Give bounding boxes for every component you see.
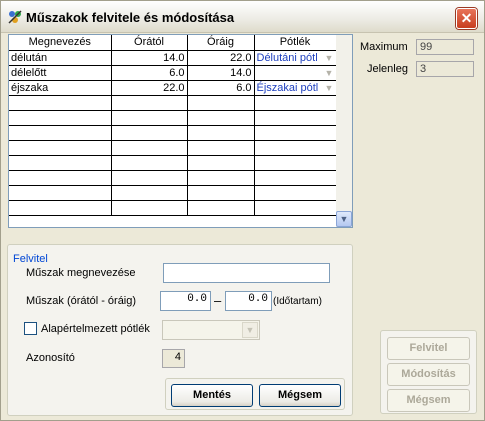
header-row: Megnevezés Órától Óráig Pótlék — [9, 35, 337, 51]
close-icon: ✕ — [460, 10, 473, 26]
cell-to[interactable] — [187, 170, 255, 186]
cell-to[interactable] — [187, 110, 255, 126]
current-label: Jelenleg — [367, 63, 408, 75]
cell-supplement[interactable] — [254, 185, 337, 201]
group-title: Felvitel — [13, 253, 48, 265]
cell-supplement[interactable] — [254, 140, 337, 156]
table-row[interactable] — [9, 110, 337, 126]
cell-from[interactable] — [111, 185, 188, 201]
chevron-down-icon[interactable]: ▼ — [242, 322, 258, 338]
main-window: Műszakok felvitele és módosítása ✕ Megne… — [0, 0, 485, 421]
table-row[interactable] — [9, 200, 337, 216]
table-row[interactable] — [9, 140, 337, 156]
cell-name[interactable]: éjszaka — [9, 80, 112, 96]
cell-supplement[interactable] — [254, 155, 337, 171]
supplement-text: Délutáni pótl — [256, 51, 318, 64]
cell-name[interactable] — [9, 140, 112, 156]
cell-from[interactable]: 14.0 — [111, 50, 188, 66]
duration-label: (Időtartam) — [273, 296, 322, 307]
cell-from[interactable] — [111, 125, 188, 141]
side-cancel-button[interactable]: Mégsem — [387, 389, 470, 412]
cell-to[interactable] — [187, 140, 255, 156]
from-hour-input[interactable]: 0.0 — [160, 291, 211, 311]
default-supplement-label: Alapértelmezett pótlék — [41, 323, 150, 335]
cell-supplement[interactable]: Éjszakai pótl ▼ — [254, 80, 337, 96]
table-row[interactable]: délután 14.0 22.0 Délutáni pótl ▼ — [9, 50, 337, 66]
cell-to[interactable]: 6.0 — [187, 80, 255, 96]
cell-supplement[interactable] — [254, 110, 337, 126]
edit-button[interactable]: Módosítás — [387, 363, 470, 386]
cell-name[interactable] — [9, 125, 112, 141]
chevron-down-icon[interactable]: ▼ — [324, 83, 335, 94]
cell-name[interactable] — [9, 185, 112, 201]
column-header-supplement[interactable]: Pótlék — [254, 35, 337, 51]
cell-supplement[interactable] — [254, 125, 337, 141]
table-row[interactable]: délelőtt 6.0 14.0 ▼ — [9, 65, 337, 81]
cell-from[interactable] — [111, 170, 188, 186]
cell-name[interactable] — [9, 155, 112, 171]
cell-name[interactable]: délelőtt — [9, 65, 112, 81]
add-button[interactable]: Felvitel — [387, 337, 470, 360]
shift-name-input[interactable] — [163, 263, 330, 283]
id-label: Azonosító — [26, 352, 75, 364]
cell-supplement[interactable]: ▼ — [254, 65, 337, 81]
window-title: Műszakok felvitele és módosítása — [26, 10, 235, 25]
cell-from[interactable] — [111, 110, 188, 126]
chevron-down-icon[interactable]: ▼ — [324, 68, 335, 79]
supplement-text: Éjszakai pótl — [256, 81, 319, 94]
grid-scrollbar[interactable]: ▼ — [336, 35, 352, 227]
maximum-value: 99 — [416, 39, 474, 55]
cell-supplement[interactable] — [254, 95, 337, 111]
shift-name-label: Műszak megnevezése — [26, 267, 136, 279]
cell-from[interactable] — [111, 95, 188, 111]
cell-to[interactable] — [187, 125, 255, 141]
cell-name[interactable] — [9, 110, 112, 126]
close-button[interactable]: ✕ — [456, 8, 477, 29]
cell-to[interactable] — [187, 155, 255, 171]
cell-supplement[interactable] — [254, 170, 337, 186]
maximum-label: Maximum — [360, 41, 408, 53]
column-header-from[interactable]: Órától — [111, 35, 188, 51]
table-row[interactable]: éjszaka 22.0 6.0 Éjszakai pótl ▼ — [9, 80, 337, 96]
title-bar: Műszakok felvitele és módosítása ✕ — [1, 1, 484, 33]
cell-name[interactable] — [9, 95, 112, 111]
range-dash: – — [214, 293, 222, 308]
cancel-button[interactable]: Mégsem — [259, 384, 341, 407]
column-header-name[interactable]: Megnevezés — [9, 35, 112, 51]
cell-supplement[interactable] — [254, 200, 337, 216]
cell-from[interactable] — [111, 200, 188, 216]
table-row[interactable] — [9, 170, 337, 186]
to-hour-input[interactable]: 0.0 — [225, 291, 272, 311]
id-value: 4 — [162, 349, 185, 368]
default-supplement-checkbox[interactable] — [24, 322, 37, 335]
cell-name[interactable]: délután — [9, 50, 112, 66]
table-row[interactable] — [9, 125, 337, 141]
cell-to[interactable] — [187, 200, 255, 216]
shift-range-label: Műszak (órától - óráig) — [26, 295, 137, 307]
shift-grid[interactable]: Megnevezés Órától Óráig Pótlék délután 14… — [8, 34, 353, 228]
cell-to[interactable]: 14.0 — [187, 65, 255, 81]
cell-to[interactable]: 22.0 — [187, 50, 255, 66]
cell-to[interactable] — [187, 95, 255, 111]
shift-table: Megnevezés Órától Óráig Pótlék délután 14… — [9, 35, 337, 216]
table-row[interactable] — [9, 95, 337, 111]
table-row[interactable] — [9, 155, 337, 171]
app-icon — [8, 10, 22, 24]
cell-from[interactable]: 6.0 — [111, 65, 188, 81]
cell-name[interactable] — [9, 200, 112, 216]
save-button[interactable]: Mentés — [171, 384, 253, 407]
cell-from[interactable] — [111, 155, 188, 171]
chevron-down-icon[interactable]: ▼ — [324, 53, 335, 64]
cell-name[interactable] — [9, 170, 112, 186]
table-row[interactable] — [9, 185, 337, 201]
current-value: 3 — [416, 61, 474, 77]
scroll-down-icon[interactable]: ▼ — [336, 211, 352, 227]
cell-from[interactable] — [111, 140, 188, 156]
cell-to[interactable] — [187, 185, 255, 201]
cell-from[interactable]: 22.0 — [111, 80, 188, 96]
default-supplement-select[interactable]: ▼ — [162, 320, 260, 340]
column-header-to[interactable]: Óráig — [187, 35, 255, 51]
cell-supplement[interactable]: Délutáni pótl ▼ — [254, 50, 337, 66]
